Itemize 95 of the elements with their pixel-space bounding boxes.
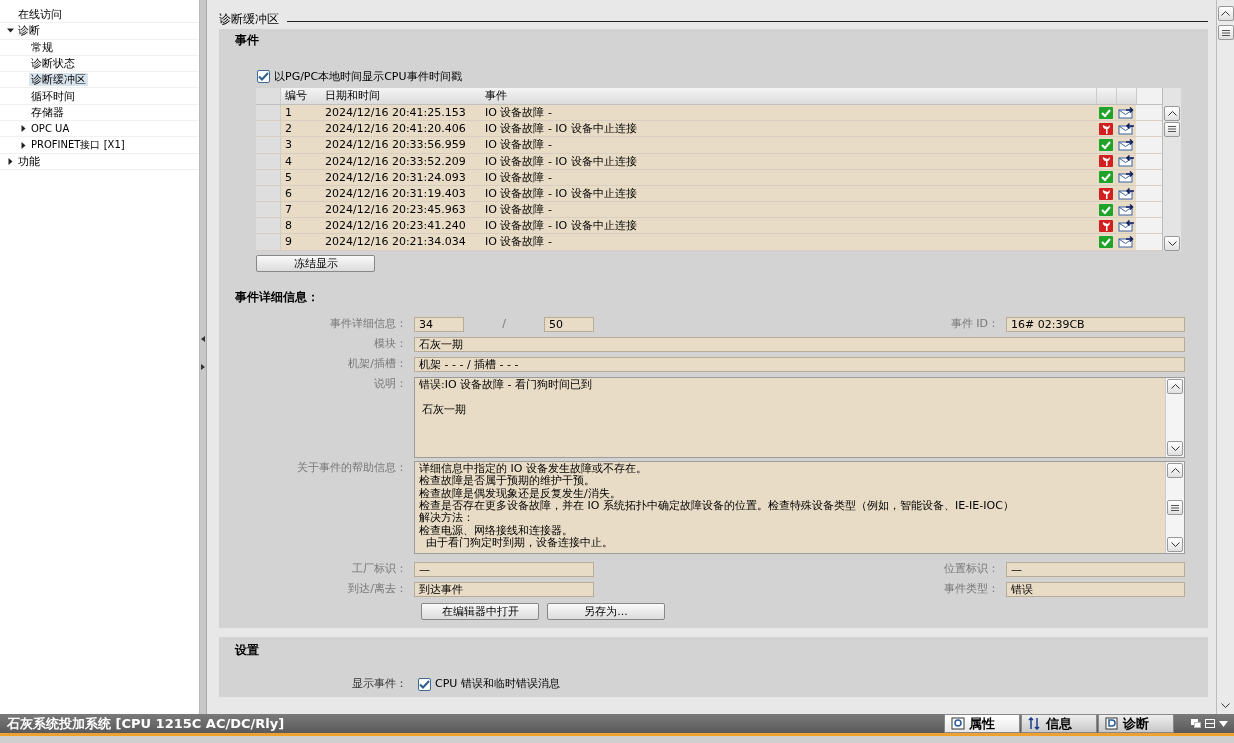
tree-item[interactable]: PROFINET接口 [X1]	[29, 139, 127, 151]
collapsed-triangle-icon[interactable]	[19, 125, 27, 133]
scroll-grip-icon[interactable]	[1171, 504, 1179, 511]
table-cell	[1136, 121, 1162, 137]
checkbox-label: 以PG/PC本地时间显示CPU事件时间戳	[274, 69, 462, 83]
section-heading: 设置	[233, 643, 260, 658]
text-field[interactable]: 到达事件	[414, 581, 594, 597]
field-label: 事件类型：	[944, 582, 1000, 596]
panel-tab[interactable]: 信息	[1021, 714, 1097, 733]
row-header-cell[interactable]	[256, 202, 281, 218]
tree-item[interactable]: 诊断状态	[29, 56, 77, 71]
field-label: 说明：	[373, 377, 408, 391]
tree-item[interactable]: OPC UA	[29, 122, 72, 135]
scroll-down-icon[interactable]	[1170, 542, 1180, 548]
separator-text: /	[501, 317, 507, 331]
collapsed-triangle-icon[interactable]	[19, 141, 27, 149]
project-title: 石灰系统投加系统 [CPU 1215C AC/DC/Rly]	[7, 715, 285, 732]
column-header: 日期和时间	[324, 89, 381, 103]
scroll-up-icon[interactable]	[1167, 110, 1177, 116]
field-label: 事件详细信息：	[329, 317, 408, 331]
dropdown-icon[interactable]	[1219, 720, 1228, 727]
tree-item[interactable]: 诊断缓冲区	[29, 73, 88, 87]
column-header: 编号	[284, 89, 308, 103]
tree-item[interactable]: 诊断	[16, 24, 42, 38]
checkbox[interactable]	[418, 677, 431, 691]
scroll-grip-icon[interactable]	[1168, 126, 1176, 133]
field-label: 事件 ID：	[950, 317, 1000, 331]
table-cell: IO 设备故障 -	[481, 202, 1096, 218]
freeze-button[interactable]: 冻结显示	[256, 254, 375, 272]
scroll-up-icon[interactable]	[1170, 384, 1180, 390]
field-label: 位置标识：	[944, 562, 1000, 576]
section-heading: 事件详细信息：	[234, 289, 320, 305]
scroll-up-icon[interactable]	[1170, 468, 1180, 474]
panel-tab[interactable]: 诊断	[1098, 714, 1174, 733]
scroll-down-icon[interactable]	[1170, 446, 1180, 452]
scroll-down-icon[interactable]	[1221, 702, 1230, 708]
tree-item[interactable]: 在线访问	[16, 8, 64, 22]
tree-item[interactable]: 常规	[29, 40, 55, 54]
tree-item[interactable]: 功能	[16, 154, 42, 168]
field-label: 到达/离去：	[347, 582, 408, 596]
table-cell: 2024/12/16 20:23:41.240	[321, 218, 481, 234]
text-field[interactable]: 34	[414, 316, 464, 332]
text-field[interactable]: 50	[544, 316, 594, 332]
text-field[interactable]: 错误	[1006, 581, 1185, 597]
row-header-cell[interactable]	[256, 234, 281, 250]
row-header-cell[interactable]	[256, 121, 281, 137]
table-cell: 2024/12/16 20:23:45.963	[321, 202, 481, 218]
scroll-down-icon[interactable]	[1167, 240, 1177, 246]
field-label: 工厂标识：	[351, 562, 408, 576]
table-cell	[1136, 137, 1162, 153]
table-cell	[1136, 202, 1162, 218]
arrow-right-icon[interactable]	[201, 364, 205, 370]
field-label: 关于事件的帮助信息：	[296, 461, 408, 475]
text-field[interactable]: 16# 02:39CB	[1006, 316, 1185, 332]
field-label: 机架/插槽：	[347, 357, 408, 371]
panel-tab[interactable]: 属性	[944, 714, 1020, 733]
table-cell: 3	[281, 137, 321, 153]
table-cell: 9	[281, 234, 321, 250]
column-header: 事件	[484, 89, 508, 103]
table-cell: IO 设备故障 - IO 设备中止连接	[481, 121, 1096, 137]
expanded-triangle-icon[interactable]	[6, 27, 14, 35]
checkbox[interactable]	[257, 69, 270, 83]
table-cell: 8	[281, 218, 321, 234]
collapsed-triangle-icon[interactable]	[6, 157, 14, 165]
section-heading: 事件	[234, 33, 260, 48]
table-cell: IO 设备故障 -	[481, 234, 1096, 250]
text-field[interactable]: —	[414, 561, 594, 577]
arrows-icon	[1028, 717, 1042, 730]
panel-icon[interactable]	[1205, 719, 1215, 728]
window-icon[interactable]	[1191, 719, 1201, 728]
table-cell: IO 设备故障 - IO 设备中止连接	[481, 218, 1096, 234]
row-header-cell[interactable]	[256, 137, 281, 153]
checkbox-label: CPU 错误和临时错误消息	[435, 677, 560, 691]
tree-item[interactable]: 存储器	[29, 105, 66, 119]
field-label: 模块：	[373, 337, 408, 351]
table-cell: 7	[281, 202, 321, 218]
table-cell	[1136, 234, 1162, 250]
table-cell: 2	[281, 121, 321, 137]
table-cell	[1136, 218, 1162, 234]
text-field[interactable]: 机架 - - - / 插槽 - - -	[414, 356, 1185, 372]
scroll-grip-icon[interactable]	[1221, 29, 1230, 36]
table-cell: 2024/12/16 20:21:34.034	[321, 234, 481, 250]
tree-item[interactable]: 循环时间	[29, 89, 77, 103]
field-label: 显示事件：	[351, 677, 408, 691]
arrow-left-icon[interactable]	[201, 336, 205, 342]
row-header-cell[interactable]	[256, 218, 281, 234]
save-as-button[interactable]: 另存为...	[547, 603, 665, 621]
page-title: 诊断缓冲区	[219, 12, 279, 27]
scroll-up-icon[interactable]	[1221, 11, 1230, 16]
open-in-editor-button[interactable]: 在编辑器中打开	[421, 603, 539, 621]
table-cell: 2024/12/16 20:33:56.959	[321, 137, 481, 153]
text-field[interactable]: —	[1006, 561, 1185, 577]
table-cell: IO 设备故障 -	[481, 137, 1096, 153]
table-cell: 2024/12/16 20:41:20.406	[321, 121, 481, 137]
text-field[interactable]: 石灰一期	[414, 336, 1185, 352]
